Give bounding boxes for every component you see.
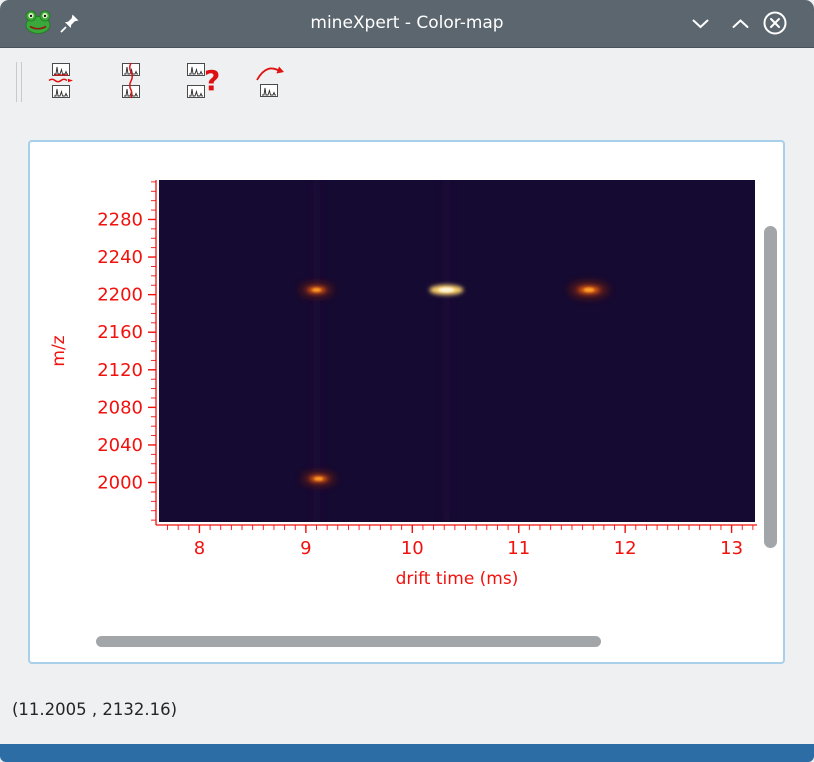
dual-spectra-horizontal-arrow-icon	[43, 62, 79, 100]
svg-text:2280: 2280	[97, 209, 143, 230]
colormap-plot[interactable]: 8 9 10 11 12 13 2280 2240 2200 2160 2120 2080 2040 20…	[34, 150, 779, 610]
svg-text:10: 10	[401, 538, 424, 559]
plot-frame: 8 9 10 11 12 13 2280 2240 2200 2160 2120 2080 2040 20…	[28, 140, 785, 664]
app-menu-button[interactable]	[24, 9, 52, 35]
toolbar-handle[interactable]	[16, 62, 22, 102]
toolbar: ?	[0, 48, 814, 114]
horizontal-scrollbar[interactable]	[96, 636, 601, 647]
titlebar[interactable]: mineXpert - Color-map	[0, 0, 814, 48]
window-title: mineXpert - Color-map	[310, 13, 504, 33]
dual-spectra-vertical-line-icon	[113, 62, 149, 100]
minimize-button[interactable]	[692, 19, 709, 29]
svg-text:9: 9	[300, 538, 311, 559]
colormap-canvas[interactable]: 8 9 10 11 12 13 2280 2240 2200 2160 2120 2080 2040 20…	[34, 150, 779, 610]
toolbar-button-dual-spectra-arrow[interactable]	[36, 56, 86, 106]
svg-text:12: 12	[614, 538, 637, 559]
svg-text:m/z: m/z	[49, 335, 69, 366]
svg-text:2160: 2160	[97, 322, 143, 343]
pin-button[interactable]	[60, 13, 80, 33]
svg-text:2040: 2040	[97, 435, 143, 456]
app-window: mineXpert - Color-map ? 8 9 10 11 12 13 …	[0, 0, 814, 762]
svg-text:2120: 2120	[97, 360, 143, 381]
frog-icon	[24, 9, 52, 35]
toolbar-button-dual-spectra-help[interactable]: ?	[176, 56, 226, 106]
svg-text:8: 8	[194, 538, 205, 559]
svg-text:2000: 2000	[97, 473, 143, 494]
toolbar-button-spectrum-rotate[interactable]	[244, 56, 294, 106]
toolbar-button-dual-spectra-vline[interactable]	[106, 56, 156, 106]
pin-icon	[60, 13, 80, 33]
maximize-button[interactable]	[732, 19, 749, 29]
svg-text:2080: 2080	[97, 397, 143, 418]
svg-text:?: ?	[204, 64, 219, 97]
svg-text:2200: 2200	[97, 285, 143, 306]
vertical-scrollbar[interactable]	[764, 226, 777, 548]
status-coordinates: (11.2005 , 2132.16)	[12, 700, 178, 719]
close-circle-icon	[762, 10, 788, 36]
spectrum-rotate-arrow-icon	[251, 62, 287, 100]
chevron-up-icon	[732, 19, 749, 29]
window-bottom-border	[0, 744, 814, 762]
close-button[interactable]	[762, 10, 788, 36]
svg-text:13: 13	[720, 538, 743, 559]
svg-text:drift time (ms): drift time (ms)	[396, 569, 519, 589]
dual-spectra-question-icon: ?	[183, 62, 219, 100]
chevron-down-icon	[692, 19, 709, 29]
svg-text:11: 11	[507, 538, 530, 559]
svg-text:2240: 2240	[97, 247, 143, 268]
